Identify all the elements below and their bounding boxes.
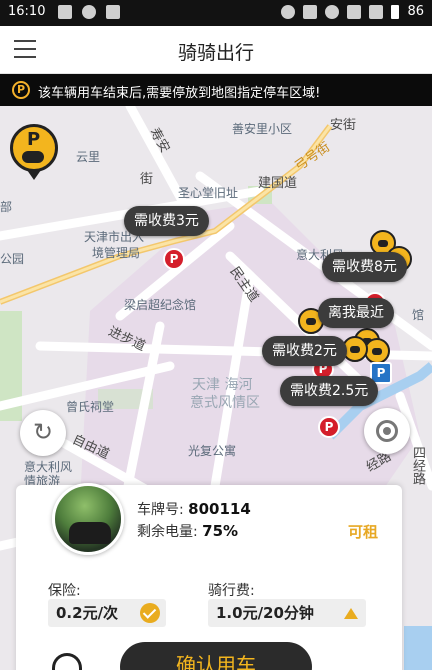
plate-value: 800114 [188,500,251,518]
scooter-icon [22,151,44,163]
parking-icon: P [12,81,30,99]
bike-photo [52,483,124,555]
paid-parking-pin[interactable]: P [163,248,185,270]
customer-service-icon[interactable] [52,653,82,670]
ride-fee-value: 1.0元/20分钟 [216,604,314,622]
map-label-shanghui: 善安里小区 [232,122,293,136]
battery-value: 75% [202,522,239,540]
map-label-zengshi: 曾氏祠堂 [66,400,115,414]
fee-bubble-2-5[interactable]: 需收费2.5元 [280,376,379,406]
app-header: 骑骑出行 [0,26,432,74]
fee-bubble-2[interactable]: 需收费2元 [262,336,347,366]
fee-bubble-8[interactable]: 需收费8元 [322,252,407,282]
map-label-liangqichao: 梁启超纪念馆 [124,298,197,312]
status-time: 16:10 [8,4,46,19]
map-label-sijing: 四经路 [410,446,425,485]
confirm-ride-button[interactable]: 确认用车 [120,642,312,670]
rent-status-badge: 可租 [348,523,379,541]
alarm-icon [281,4,296,19]
triangle-up-icon [344,608,358,619]
battery-percent: 86 [407,4,424,19]
usb-icon [106,5,120,19]
map-label-tianjin-exit-2: 境管理局 [92,246,141,260]
battery-icon [391,4,400,19]
map-label-guangfu: 光复公寓 [188,444,237,458]
map-label-anjie: 安街 [330,118,357,133]
fee-bubble-3[interactable]: 需收费3元 [124,206,209,236]
bike-marker[interactable] [364,338,390,364]
insurance-selector[interactable]: 0.2元/次 [48,599,166,627]
page-title: 骑骑出行 [177,42,254,64]
map-label-park: 公园 [0,252,25,266]
mail-icon [58,5,72,19]
signal-icon [347,4,362,19]
plate-label: 车牌号: [137,502,184,518]
ride-fee-selector[interactable]: 1.0元/20分钟 [208,599,366,627]
map-label-yun: 云里 [76,150,101,164]
battery-label: 剩余电量: [137,524,198,540]
map-label-haihe-1: 天津 海河 [192,377,253,393]
locate-button[interactable] [364,408,410,454]
share-icon [82,5,96,19]
battery-row: 剩余电量: 75% [137,521,238,541]
map-label-guan: 馆 [412,308,425,322]
plate-row: 车牌号: 800114 [137,499,251,519]
check-icon [140,603,160,623]
bluetooth-icon [303,4,318,19]
status-bar: 16:10 86 [0,0,432,26]
notice-text: 该车辆用车结束后,需要停放到地图指定停车区域! [38,86,321,101]
wifi-icon [325,4,340,19]
map-label-haihe-2: 意式风情区 [190,395,260,411]
bike-info-card: 车牌号: 800114 剩余电量: 75% 可租 保险: 0.2元/次 骑行费:… [16,483,402,670]
parking-notice: P 该车辆用车结束后,需要停放到地图指定停车区域! [0,74,432,106]
refresh-button[interactable]: ↻ [20,410,66,456]
parking-pin-letter: P [27,129,41,150]
paid-parking-pin[interactable]: P [318,416,340,438]
map-label-bu: 部 [0,200,13,214]
map-label-shengxin: 圣心堂旧址 [178,186,239,200]
insurance-label: 保险: [48,583,81,599]
nearest-bubble[interactable]: 离我最近 [318,298,394,328]
map-label-jie: 街 [140,172,154,187]
ride-fee-label: 骑行费: [208,583,255,599]
refresh-icon: ↻ [32,418,54,446]
insurance-value: 0.2元/次 [56,604,119,622]
selected-parking-pin[interactable]: P [10,124,58,180]
signal-icon-2 [369,4,384,19]
map-label-jianguodao: 建国道 [258,176,298,191]
